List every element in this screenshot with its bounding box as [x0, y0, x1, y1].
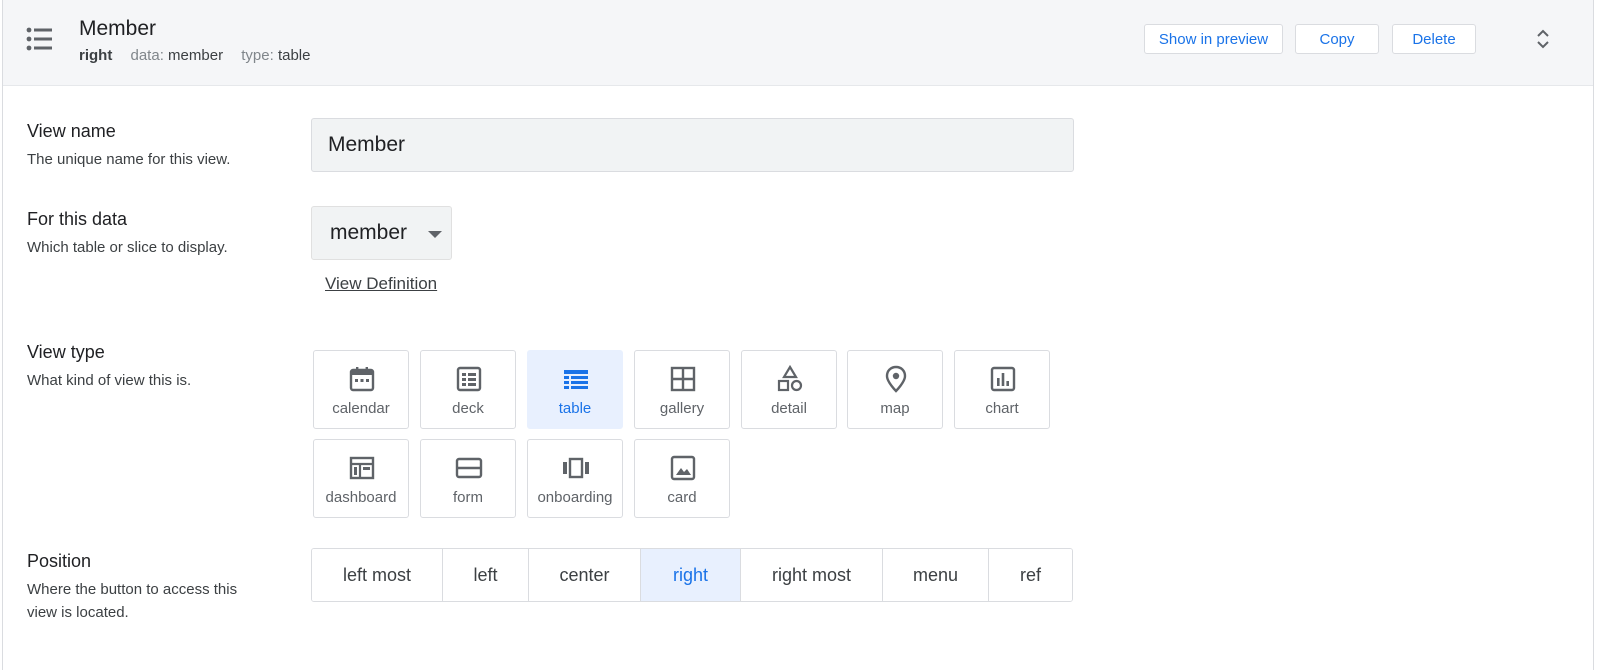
position-ref[interactable]: ref	[989, 549, 1072, 601]
view-type-dashboard[interactable]: dashboard	[313, 439, 409, 518]
position-left[interactable]: left	[443, 549, 529, 601]
view-type-label: chart	[985, 400, 1019, 417]
view-type-detail[interactable]: detail	[741, 350, 837, 429]
detail-icon	[777, 365, 803, 392]
view-definition-link[interactable]: View Definition	[325, 274, 437, 294]
position-menu[interactable]: menu	[883, 549, 989, 601]
onboarding-icon	[563, 457, 589, 479]
view-type-map[interactable]: map	[847, 350, 943, 429]
position-right-most[interactable]: right most	[741, 549, 883, 601]
view-name-description: The unique name for this view.	[27, 151, 231, 168]
position-segmented-control: left most left center right right most m…	[311, 548, 1073, 602]
view-type-label: calendar	[332, 400, 390, 417]
for-data-label-block: For this data Which table or slice to di…	[27, 209, 228, 259]
view-meta: right data: member type: table	[79, 47, 310, 64]
data-source-select[interactable]: member	[311, 206, 452, 260]
view-type-calendar[interactable]: calendar	[313, 350, 409, 429]
position-description-line2: view is located.	[27, 604, 129, 621]
view-type-onboarding[interactable]: onboarding	[527, 439, 623, 518]
view-type-label: onboarding	[537, 489, 613, 506]
view-type-title: View type	[27, 342, 105, 362]
expand-collapse-icon[interactable]	[1533, 28, 1553, 50]
form-icon	[455, 457, 483, 479]
view-type-label: table	[558, 400, 592, 417]
meta-type-value: table	[277, 47, 311, 64]
show-in-preview-button[interactable]: Show in preview	[1144, 24, 1283, 54]
view-type-label: detail	[771, 400, 807, 417]
list-icon	[26, 27, 52, 51]
position-title: Position	[27, 551, 92, 571]
view-type-label: gallery	[659, 400, 705, 417]
position-description-line1: Where the button to access this	[27, 581, 238, 598]
view-type-description: What kind of view this is.	[27, 372, 192, 389]
table-icon	[564, 370, 588, 389]
meta-data-label: data:	[130, 47, 164, 64]
dashboard-icon	[349, 456, 375, 480]
deck-icon	[456, 366, 482, 392]
position-left-most[interactable]: left most	[312, 549, 443, 601]
for-data-title: For this data	[27, 209, 128, 229]
position-center[interactable]: center	[529, 549, 641, 601]
view-name-input[interactable]	[311, 118, 1074, 172]
view-name-title: View name	[27, 121, 116, 141]
view-type-label: map	[880, 400, 910, 417]
view-title: Member	[79, 17, 157, 40]
view-editor-panel: Member right data: member type: table Sh…	[2, 0, 1594, 670]
map-pin-icon	[885, 365, 907, 393]
gallery-icon	[670, 366, 696, 392]
view-type-table[interactable]: table	[527, 350, 623, 429]
view-header: Member right data: member type: table Sh…	[3, 0, 1593, 86]
position-label-block: Position Where the button to access this…	[27, 551, 237, 624]
calendar-icon	[349, 367, 375, 392]
for-data-description: Which table or slice to display.	[27, 239, 228, 256]
position-right[interactable]: right	[641, 549, 741, 601]
view-type-label: dashboard	[325, 489, 397, 506]
meta-position: right	[79, 47, 113, 64]
meta-type-label: type:	[241, 47, 274, 64]
data-source-value: member	[330, 221, 408, 244]
view-type-label: deck	[452, 400, 484, 417]
view-type-card[interactable]: card	[634, 439, 730, 518]
delete-button[interactable]: Delete	[1392, 24, 1476, 54]
view-type-deck[interactable]: deck	[420, 350, 516, 429]
copy-button[interactable]: Copy	[1295, 24, 1379, 54]
view-type-label: card	[667, 489, 697, 506]
chevron-down-icon	[428, 231, 442, 238]
view-type-chart[interactable]: chart	[954, 350, 1050, 429]
meta-data-value: member	[168, 47, 224, 64]
view-type-label-block: View type What kind of view this is.	[27, 342, 191, 392]
view-name-label-block: View name The unique name for this view.	[27, 121, 230, 171]
view-type-label: form	[453, 489, 483, 506]
view-type-form[interactable]: form	[420, 439, 516, 518]
view-type-gallery[interactable]: gallery	[634, 350, 730, 429]
chart-icon	[990, 366, 1016, 392]
card-icon	[670, 455, 696, 481]
